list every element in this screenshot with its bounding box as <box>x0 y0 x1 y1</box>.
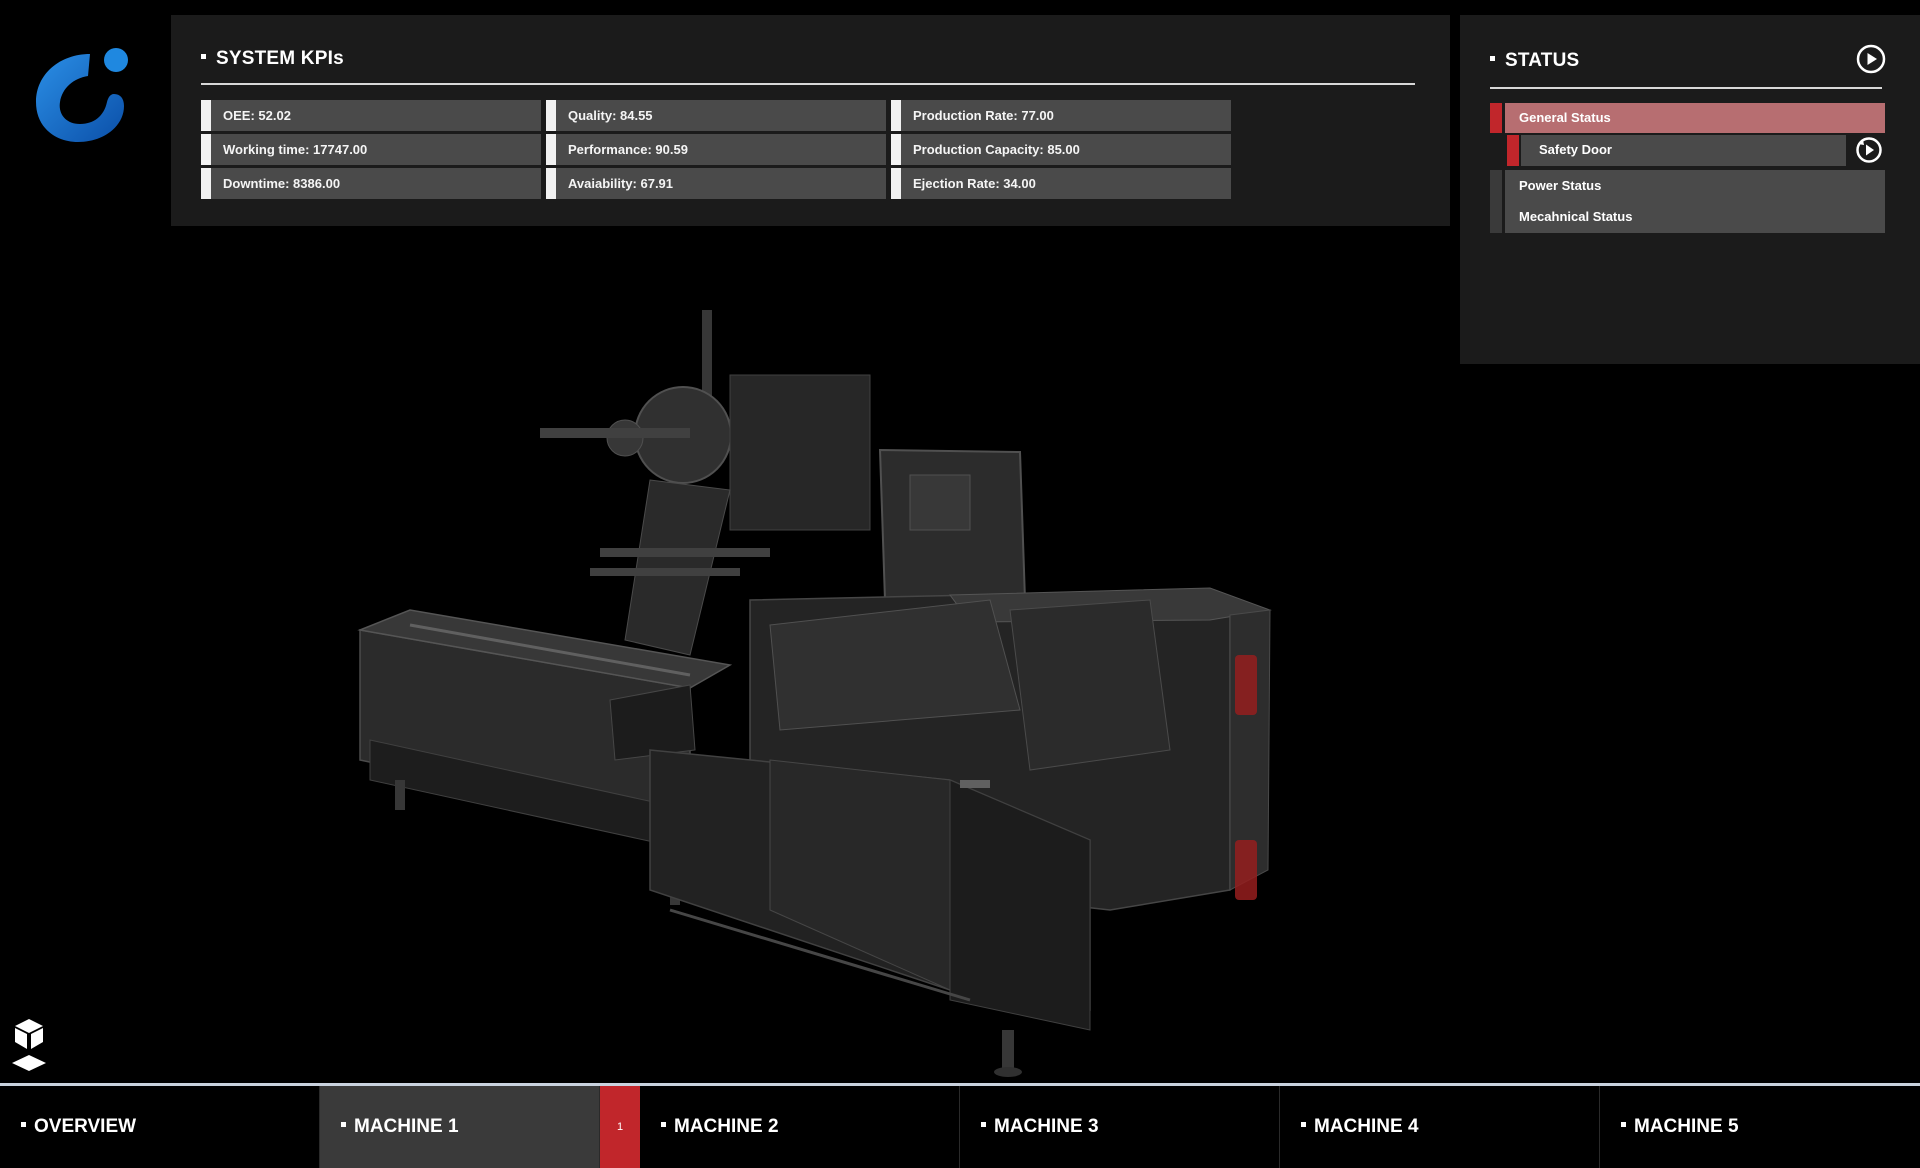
kpi-column-3: Production Rate: 77.00 Production Capaci… <box>891 100 1231 202</box>
divider <box>201 83 1415 85</box>
tab-machine-4[interactable]: MACHINE 4 <box>1280 1086 1600 1168</box>
kpi-quality: Quality: 84.55 <box>546 100 886 131</box>
title-bullet-icon <box>201 54 206 60</box>
kpi-downtime: Downtime: 8386.00 <box>201 168 541 199</box>
tab-bullet-icon <box>341 1122 346 1128</box>
kpi-column-1: OEE: 52.02 Working time: 17747.00 Downti… <box>201 100 541 202</box>
kpis-title: SYSTEM KPIs <box>201 48 344 70</box>
tab-label: OVERVIEW <box>34 1116 137 1137</box>
tab-overview[interactable]: OVERVIEW <box>0 1086 320 1168</box>
play-circle-icon[interactable] <box>1856 44 1886 74</box>
status-title: STATUS <box>1490 50 1579 72</box>
alarm-marker <box>1507 135 1519 166</box>
tab-bullet-icon <box>21 1122 26 1128</box>
tab-machine-1[interactable]: MACHINE 1 <box>320 1086 600 1168</box>
system-kpis-panel: SYSTEM KPIs OEE: 52.02 Working time: 177… <box>171 15 1450 226</box>
tab-label: MACHINE 5 <box>1634 1116 1739 1137</box>
kpi-oee: OEE: 52.02 <box>201 100 541 131</box>
tab-machine-3[interactable]: MACHINE 3 <box>960 1086 1280 1168</box>
status-item-power[interactable]: Power Status <box>1505 170 1885 202</box>
alarm-marker <box>1490 103 1502 133</box>
kpi-production-capacity: Production Capacity: 85.00 <box>891 134 1231 165</box>
tab-label: MACHINE 2 <box>674 1116 779 1137</box>
company-logo-icon <box>36 48 128 142</box>
status-marker <box>1490 170 1502 233</box>
tab-label: MACHINE 1 <box>354 1116 459 1137</box>
tab-machine-5[interactable]: MACHINE 5 <box>1600 1086 1920 1168</box>
kpi-working-time: Working time: 17747.00 <box>201 134 541 165</box>
status-panel: STATUS General Status Safety Door Power … <box>1460 15 1920 364</box>
kpi-production-rate: Production Rate: 77.00 <box>891 100 1231 131</box>
bottom-nav: OVERVIEW MACHINE 1 1 MACHINE 2 MACHINE 3… <box>0 1086 1920 1168</box>
title-bullet-icon <box>1490 56 1495 62</box>
kpi-performance: Performance: 90.59 <box>546 134 886 165</box>
divider <box>1490 87 1882 89</box>
tab-label: MACHINE 4 <box>1314 1116 1419 1137</box>
kpi-ejection-rate: Ejection Rate: 34.00 <box>891 168 1231 199</box>
machine-3d-model[interactable] <box>350 310 1280 1080</box>
tab-machine-2[interactable]: MACHINE 2 <box>640 1086 960 1168</box>
status-item-general[interactable]: General Status <box>1505 103 1885 133</box>
tab-bullet-icon <box>1621 1122 1626 1128</box>
status-item-safety-door[interactable]: Safety Door <box>1521 135 1846 166</box>
tab-bullet-icon <box>1301 1122 1306 1128</box>
alarm-count-badge: 1 <box>600 1086 640 1168</box>
tab-bullet-icon <box>661 1122 666 1128</box>
kpi-availability: Avaiability: 67.91 <box>546 168 886 199</box>
tab-label: MACHINE 3 <box>994 1116 1099 1137</box>
kpi-column-2: Quality: 84.55 Performance: 90.59 Avaiab… <box>546 100 886 202</box>
tab-bullet-icon <box>981 1122 986 1128</box>
replay-icon[interactable] <box>1855 136 1883 164</box>
3d-cube-icon[interactable] <box>12 1017 46 1073</box>
status-item-mechanical[interactable]: Mecahnical Status <box>1505 202 1885 233</box>
